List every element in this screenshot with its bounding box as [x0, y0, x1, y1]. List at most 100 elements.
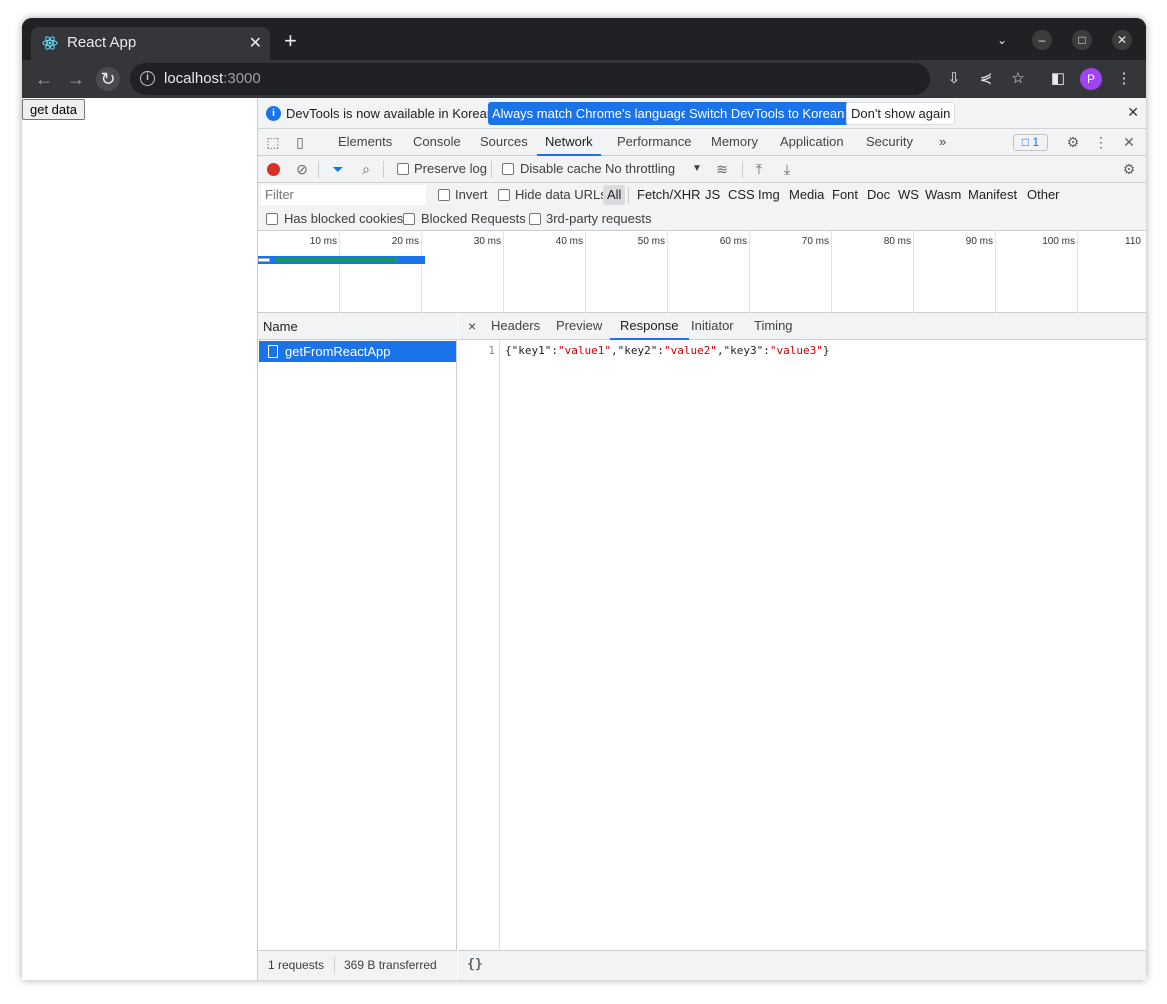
tab-performance[interactable]: Performance — [609, 129, 699, 156]
tab-initiator[interactable]: Initiator — [681, 313, 744, 340]
record-icon[interactable] — [267, 163, 280, 176]
install-icon[interactable]: ⇩ — [944, 69, 964, 89]
settings-gear-icon[interactable]: ⚙ — [1064, 133, 1082, 151]
site-info-icon[interactable]: i — [140, 71, 155, 86]
tick-label: 20 ms — [391, 236, 419, 247]
tab-application[interactable]: Application — [772, 129, 852, 156]
filter-type-fetch-xhr[interactable]: Fetch/XHR — [633, 185, 705, 205]
forward-icon[interactable]: → — [64, 67, 88, 91]
disable-cache-checkbox[interactable] — [502, 163, 514, 175]
network-conditions-icon[interactable]: ≋ — [713, 160, 731, 178]
json-string: "value3" — [769, 344, 823, 357]
device-toolbar-icon[interactable]: ▯ — [291, 133, 309, 151]
filter-bar: Filter Invert Hide data URLs All Fetch/X… — [258, 183, 1146, 231]
filter-type-img[interactable]: Img — [754, 185, 784, 205]
bookmark-star-icon[interactable]: ☆ — [1008, 69, 1028, 89]
network-overview-timeline[interactable]: 10 ms 20 ms 30 ms 40 ms 50 ms 60 ms 70 m… — [258, 231, 1146, 313]
filter-type-doc[interactable]: Doc — [863, 185, 894, 205]
tab-sources[interactable]: Sources — [472, 129, 536, 156]
filter-input[interactable]: Filter — [261, 185, 426, 205]
tick-label: 80 ms — [883, 236, 911, 247]
blocked-requests-checkbox[interactable] — [403, 213, 415, 225]
json-punct: ,"key2": — [610, 344, 664, 357]
filter-type-manifest[interactable]: Manifest — [964, 185, 1021, 205]
issues-count: 1 — [1032, 135, 1040, 149]
network-settings-gear-icon[interactable]: ⚙ — [1120, 160, 1138, 178]
name-column-header[interactable]: Name — [258, 313, 457, 340]
request-queue-bar — [258, 258, 270, 262]
tab-security[interactable]: Security — [858, 129, 921, 156]
tab-response[interactable]: Response — [610, 313, 689, 340]
timeline-gridline — [1077, 231, 1078, 313]
react-favicon-icon — [42, 36, 58, 50]
import-har-icon[interactable]: ⤒ — [750, 160, 768, 178]
share-icon[interactable]: ⋞ — [976, 69, 996, 89]
tab-network[interactable]: Network — [537, 129, 601, 156]
maximize-icon[interactable]: □ — [1072, 30, 1092, 50]
clear-icon[interactable]: ⊘ — [293, 160, 311, 178]
line-number: 1 — [488, 344, 495, 357]
back-icon[interactable]: ← — [32, 67, 56, 91]
issues-badge[interactable]: □ 1 — [1013, 134, 1048, 151]
tab-preview[interactable]: Preview — [546, 313, 612, 340]
throttling-select[interactable]: No throttling — [605, 161, 675, 176]
filter-type-font[interactable]: Font — [828, 185, 862, 205]
export-har-icon[interactable]: ⤓ — [778, 160, 796, 178]
tab-memory[interactable]: Memory — [703, 129, 766, 156]
line-number-gutter: 1 — [458, 340, 500, 950]
profile-avatar[interactable]: P — [1080, 68, 1102, 90]
filter-type-js[interactable]: JS — [701, 185, 724, 205]
tab-search-icon[interactable]: ⌄ — [992, 30, 1012, 50]
has-blocked-cookies-checkbox[interactable] — [266, 213, 278, 225]
devtools-panel: i DevTools is now available in Korean! A… — [257, 98, 1146, 980]
switch-korean-button[interactable]: Switch DevTools to Korean — [685, 102, 849, 125]
tab-console[interactable]: Console — [405, 129, 469, 156]
search-icon[interactable]: ⌕ — [357, 160, 375, 178]
new-tab-button[interactable]: + — [284, 30, 297, 52]
request-row[interactable]: getFromReactApp — [259, 341, 456, 362]
tab-close-icon[interactable]: ✕ — [249, 33, 262, 53]
customize-kebab-icon[interactable]: ⋮ — [1092, 133, 1110, 151]
filter-type-media[interactable]: Media — [785, 185, 828, 205]
side-panel-icon[interactable]: ◧ — [1048, 69, 1068, 89]
browser-window: React App ✕ + ⌄ – □ ✕ ← → ↻ i localhost:… — [22, 18, 1146, 980]
network-toolbar: ⊘ ⏷ ⌕ Preserve log Disable cache No thro… — [258, 156, 1146, 183]
filter-type-ws[interactable]: WS — [894, 185, 923, 205]
json-string: "value2" — [663, 344, 717, 357]
chevron-down-icon[interactable]: ▼ — [692, 163, 702, 174]
browser-tab[interactable]: React App ✕ — [31, 27, 270, 60]
reload-icon[interactable]: ↻ — [96, 67, 120, 91]
url-port: :3000 — [223, 70, 261, 87]
dont-show-again-button[interactable]: Don't show again — [846, 102, 956, 125]
filter-type-all[interactable]: All — [603, 185, 626, 205]
menu-kebab-icon[interactable]: ⋮ — [1114, 69, 1134, 89]
tab-elements[interactable]: Elements — [330, 129, 400, 156]
invert-checkbox[interactable] — [438, 189, 450, 201]
infobar-close-icon[interactable]: ✕ — [1127, 104, 1139, 121]
tick-label: 40 ms — [555, 236, 583, 247]
filter-type-wasm[interactable]: Wasm — [921, 185, 965, 205]
address-bar[interactable]: i localhost:3000 — [130, 63, 930, 95]
pretty-print-button[interactable]: {} — [467, 957, 483, 972]
more-tabs-icon[interactable]: » — [931, 129, 954, 156]
close-devtools-icon[interactable]: ✕ — [1120, 133, 1138, 151]
separator — [383, 161, 384, 178]
separator — [491, 161, 492, 178]
minimize-icon[interactable]: – — [1032, 30, 1052, 50]
filter-icon[interactable]: ⏷ — [329, 160, 347, 178]
separator — [318, 161, 319, 178]
inspect-element-icon[interactable]: ⬚ — [264, 133, 282, 151]
preserve-log-checkbox[interactable] — [397, 163, 409, 175]
invert-label: Invert — [455, 187, 488, 202]
third-party-checkbox[interactable] — [529, 213, 541, 225]
json-string: "value1" — [557, 344, 611, 357]
tab-timing[interactable]: Timing — [744, 313, 803, 340]
request-download-bar — [276, 258, 398, 262]
close-window-icon[interactable]: ✕ — [1112, 30, 1132, 50]
hide-data-urls-checkbox[interactable] — [498, 189, 510, 201]
get-data-button[interactable]: get data — [22, 99, 85, 120]
response-body[interactable]: {"key1":"value1","key2":"value2","key3":… — [505, 344, 830, 357]
filter-type-other[interactable]: Other — [1023, 185, 1064, 205]
match-language-button[interactable]: Always match Chrome's language — [488, 102, 693, 125]
tab-headers[interactable]: Headers — [481, 313, 550, 340]
